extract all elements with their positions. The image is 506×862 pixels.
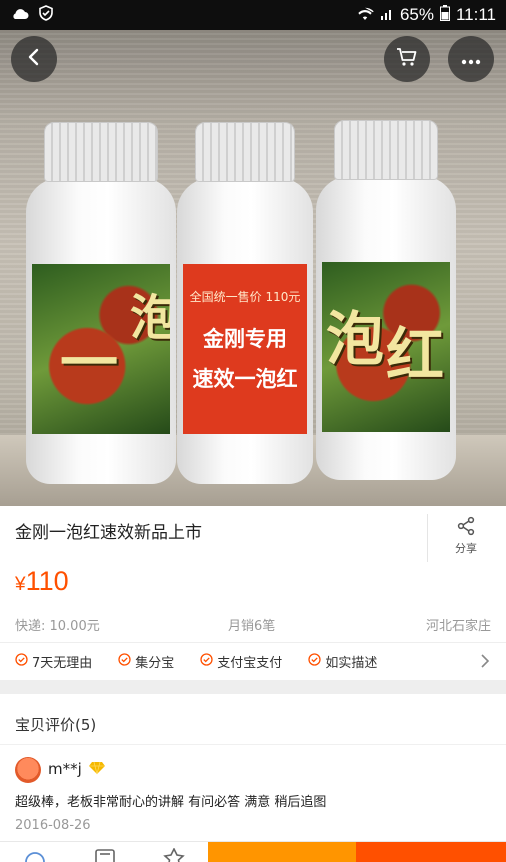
shield-icon [38,5,54,25]
guarantee-item: 7天无理由 [15,652,92,671]
label-line-3: 速效一泡红 [192,367,298,391]
label-line-2: 金刚专用 [203,327,287,351]
product-bottle-center: 全国统一售价 110元 金刚专用 速效一泡红 [177,122,313,484]
currency-symbol: ¥ [15,574,26,595]
clock: 11:11 [455,5,496,24]
star-icon[interactable] [163,847,185,862]
battery-icon [439,5,450,25]
reviews-header[interactable]: 宝贝评价(5) [15,714,96,735]
bottle-label-center: 全国统一售价 110元 金刚专用 速效一泡红 [183,264,307,434]
review-username: m**j [48,760,82,778]
more-button[interactable] [448,36,494,82]
label-price-line: 全国统一售价 110元 [189,290,301,304]
product-title: 金刚一泡红速效新品上市 [15,523,202,543]
battery-percent: 65% [399,5,434,24]
product-image-carousel[interactable]: 一 泡 全国统一售价 110元 金刚专用 速效一泡红 泡 红 [0,30,506,506]
review-date: 2016-08-26 [15,818,91,833]
guarantee-item: 如实描述 [308,652,377,671]
wifi-icon [356,6,374,25]
share-icon [446,516,486,536]
shopping-cart-icon [396,47,418,71]
check-circle-icon [15,653,28,670]
guarantee-label: 7天无理由 [32,656,93,671]
cart-button[interactable] [384,36,430,82]
add-to-cart-button[interactable] [208,842,356,862]
bottom-action-bar [0,841,506,862]
shipping-fee: 快递: 10.00元 [15,619,100,634]
status-bar: 65% 11:11 [0,0,506,30]
guarantee-label: 如实描述 [325,656,378,671]
chevron-right-icon [480,653,490,673]
product-price: ¥110 [15,566,69,597]
avatar [15,757,41,783]
shop-icon[interactable] [94,848,116,862]
product-bottle-left: 一 泡 [26,122,176,484]
divider [427,514,428,562]
diamond-icon [88,760,106,779]
monthly-sales: 月销6笔 [228,619,276,634]
label-char: 红 [386,321,445,389]
service-guarantees[interactable]: 7天无理由 集分宝 支付宝支付 如实描述 [0,642,506,680]
buy-now-button[interactable] [356,842,506,862]
divider [0,744,506,745]
review-text: 超级棒，老板非常耐心的讲解 有问必答 满意 稍后追图 [15,795,327,810]
check-circle-icon [200,653,213,670]
more-dots-icon [461,50,481,69]
product-bottle-right: 泡 红 [316,120,456,480]
bottle-label-right: 泡 红 [322,262,450,432]
share-label: 分享 [455,542,477,555]
label-char: 一 [60,329,119,397]
share-button[interactable]: 分享 [446,516,486,556]
signal-icon [380,6,394,25]
seller-location: 河北石家庄 [425,619,491,634]
back-button[interactable] [11,36,57,82]
product-title-row: 金刚一泡红速效新品上市 分享 [0,506,506,566]
label-char: 泡 [326,305,385,373]
section-separator [0,680,506,694]
guarantee-item: 支付宝支付 [200,652,282,671]
chevron-left-icon [24,47,44,71]
check-circle-icon [118,653,131,670]
guarantee-item: 集分宝 [118,652,174,671]
guarantee-label: 支付宝支付 [217,656,283,671]
customer-service-icon[interactable] [24,848,46,862]
bottle-label-left: 一 泡 [32,264,170,434]
weather-cloud-icon [10,6,30,25]
label-char: 泡 [130,290,170,346]
guarantee-label: 集分宝 [135,656,175,671]
check-circle-icon [308,653,321,670]
price-value: 110 [25,566,69,596]
